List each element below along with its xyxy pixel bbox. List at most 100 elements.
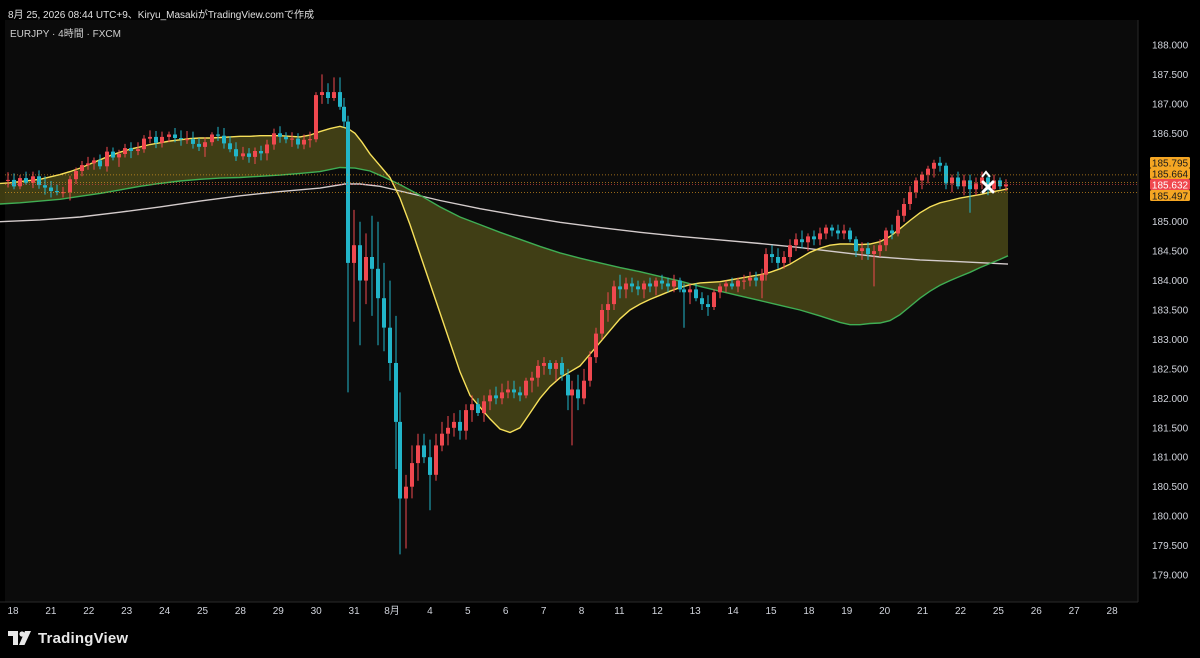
candle-body — [920, 174, 924, 181]
candle-body — [872, 251, 876, 254]
candle-body — [68, 179, 72, 193]
price-tag[interactable]: 185.664 — [1150, 168, 1190, 181]
candle-body — [111, 151, 115, 158]
candle-body — [394, 363, 398, 422]
y-tick-label: 180.000 — [1152, 512, 1189, 523]
candle-body — [446, 427, 450, 434]
candle-body — [594, 333, 598, 358]
candle-body — [117, 153, 121, 158]
candle-body — [247, 153, 251, 157]
candle-body — [370, 257, 374, 269]
candle-body — [476, 404, 480, 413]
symbol-legend[interactable]: EURJPY · 4時間 · FXCM — [10, 25, 121, 40]
price-tag-label: 185.497 — [1152, 192, 1189, 203]
candle-body — [536, 365, 540, 378]
candle-body — [706, 304, 710, 307]
price-tag[interactable]: 185.497 — [1150, 190, 1190, 203]
candle-body — [932, 162, 936, 169]
x-tick-label: 28 — [235, 606, 247, 617]
candle-body — [770, 254, 774, 257]
chart-frame: 188.000187.500187.000186.500186.000185.5… — [0, 0, 1200, 658]
x-tick-label: 18 — [7, 606, 19, 617]
candle-body — [452, 421, 456, 428]
candle-body — [848, 230, 852, 240]
candle-body — [404, 486, 408, 499]
candle-body — [712, 292, 716, 307]
candle-body — [654, 280, 658, 287]
candle-body — [43, 185, 47, 188]
price-tag[interactable]: 185.795 — [1150, 157, 1190, 170]
candle-body — [173, 134, 177, 138]
candle-body — [342, 106, 346, 122]
x-tick-label: 6 — [503, 606, 509, 617]
y-tick-label: 184.000 — [1152, 276, 1189, 287]
candle-body — [154, 136, 158, 143]
x-tick-label: 4 — [427, 606, 433, 617]
candle-body — [700, 298, 704, 305]
candle-body — [216, 134, 220, 136]
candle-body — [582, 380, 586, 399]
x-tick-label: 14 — [728, 606, 740, 617]
candle-body — [358, 245, 362, 281]
x-tick-label: 25 — [197, 606, 209, 617]
x-tick-label: 19 — [841, 606, 853, 617]
candle-body — [376, 268, 380, 299]
x-tick-label: 25 — [993, 606, 1005, 617]
candle-body — [191, 139, 195, 144]
candle-body — [660, 280, 664, 284]
brand[interactable]: TradingView — [8, 628, 128, 648]
candle-body — [884, 230, 888, 246]
y-tick-label: 188.000 — [1152, 41, 1189, 52]
candle[interactable] — [712, 289, 716, 310]
candle-body — [812, 236, 816, 240]
candle-body — [37, 176, 41, 186]
price-tags: 185.795185.664185.632185.497 — [1150, 157, 1190, 203]
candle-body — [968, 180, 972, 190]
candle-body — [338, 92, 342, 107]
candle-body — [284, 136, 288, 140]
x-tick-label: 7 — [541, 606, 547, 617]
x-tick-label: 15 — [765, 606, 777, 617]
candle-body — [86, 163, 90, 166]
candle-body — [24, 178, 28, 183]
x-tick-label: 24 — [159, 606, 171, 617]
candle[interactable] — [314, 92, 318, 143]
candle-body — [754, 277, 758, 281]
x-tick-label: 12 — [652, 606, 664, 617]
candle-body — [98, 160, 102, 167]
candle-body — [818, 233, 822, 240]
candle-body — [962, 180, 966, 187]
candle-body — [926, 168, 930, 175]
y-tick-label: 181.500 — [1152, 423, 1189, 434]
candle-body — [241, 153, 245, 157]
candle-body — [416, 445, 420, 464]
candle-body — [308, 139, 312, 141]
x-tick-label: 23 — [121, 606, 133, 617]
price-chart[interactable]: 188.000187.500187.000186.500186.000185.5… — [0, 0, 1200, 658]
price-tag[interactable]: 185.632 — [1150, 179, 1190, 192]
candle[interactable] — [524, 377, 528, 399]
candle-body — [914, 180, 918, 193]
candle-body — [618, 286, 622, 290]
y-tick-label: 187.000 — [1152, 99, 1189, 110]
candle-body — [210, 134, 214, 143]
candle-body — [890, 230, 894, 234]
candle-body — [554, 363, 558, 369]
price-tag-label: 185.795 — [1152, 159, 1189, 170]
y-tick-label: 181.000 — [1152, 453, 1189, 464]
x-tick-label: 18 — [803, 606, 815, 617]
candle-body — [167, 134, 171, 137]
candle-body — [434, 445, 438, 475]
candle-body — [49, 187, 53, 191]
candle-body — [866, 248, 870, 255]
candle-body — [265, 144, 269, 154]
candle-body — [896, 215, 900, 234]
candle-body — [524, 380, 528, 396]
x-tick-label: 21 — [917, 606, 929, 617]
candle-body — [730, 283, 734, 287]
candle-body — [464, 410, 468, 431]
candle-body — [494, 395, 498, 399]
y-tick-label: 183.500 — [1152, 306, 1189, 317]
candle-body — [234, 149, 238, 157]
candle-body — [548, 363, 552, 369]
